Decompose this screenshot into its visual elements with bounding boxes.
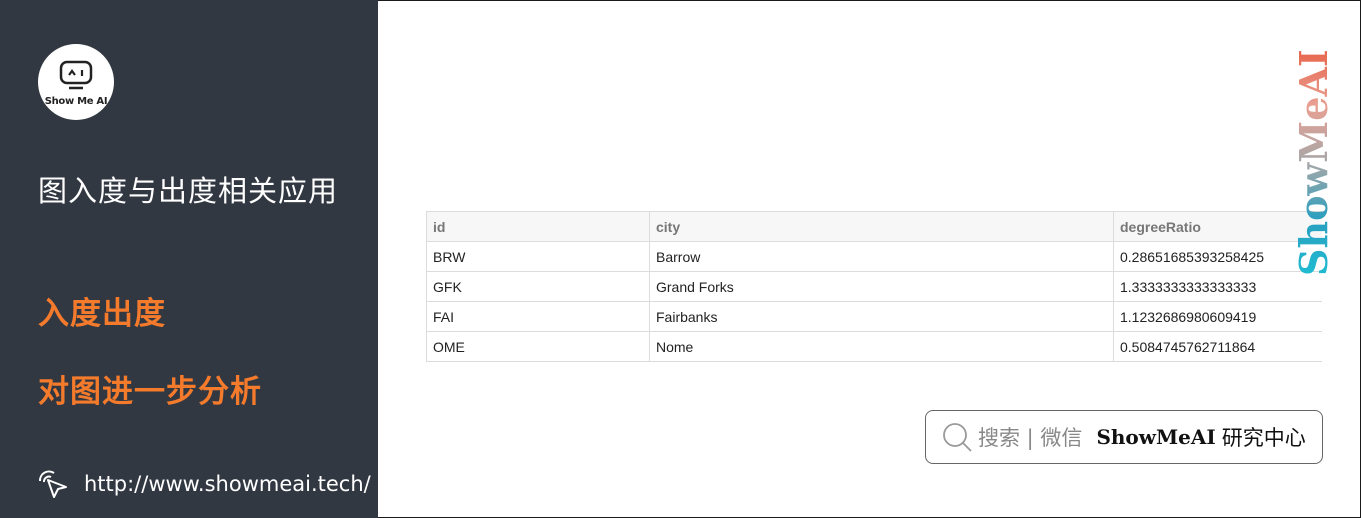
section-title: 图入度与出度相关应用	[38, 174, 339, 208]
cell-city: Nome	[649, 331, 1114, 362]
logo-text: Show Me AI	[44, 96, 108, 107]
robot-monitor-icon	[59, 60, 93, 90]
search-icon	[943, 423, 972, 452]
cell-city: Fairbanks	[649, 301, 1114, 332]
sidebar: Show Me AI 图入度与出度相关应用 入度出度 对图进一步分析 http:…	[0, 0, 378, 518]
showmeai-logo: Show Me AI	[38, 44, 114, 120]
degree-ratio-table: id city degreeRatio BRW Barrow 0.2865168…	[426, 211, 1322, 362]
cursor-click-icon	[39, 470, 67, 498]
cell-id: GFK	[426, 271, 650, 302]
topic-heading-degree: 入度出度	[38, 296, 166, 332]
cell-id: OME	[426, 331, 650, 362]
cell-degree-ratio: 1.1232686980609419	[1113, 301, 1322, 332]
website-url[interactable]: http://www.showmeai.tech/	[84, 472, 371, 496]
cell-degree-ratio: 1.3333333333333333	[1113, 271, 1322, 302]
search-label: 搜索 | 微信	[978, 426, 1083, 450]
cell-id: FAI	[426, 301, 650, 332]
column-header-city: city	[649, 211, 1114, 242]
table-row: GFK Grand Forks 1.3333333333333333	[426, 271, 1322, 302]
brand-name: ShowMeAI	[1096, 425, 1216, 449]
website-link[interactable]: http://www.showmeai.tech/	[36, 467, 371, 501]
table-row: FAI Fairbanks 1.1232686980609419	[426, 301, 1322, 332]
cell-degree-ratio: 0.5084745762711864	[1113, 331, 1322, 362]
table-row: BRW Barrow 0.28651685393258425	[426, 241, 1322, 272]
table-row: OME Nome 0.5084745762711864	[426, 331, 1322, 362]
brand-suffix: 研究中心	[1221, 426, 1306, 450]
topic-heading-analysis: 对图进一步分析	[38, 374, 262, 410]
cell-id: BRW	[426, 241, 650, 272]
table-header-row: id city degreeRatio	[426, 211, 1322, 242]
cell-city: Barrow	[649, 241, 1114, 272]
wechat-search-banner: 搜索 | 微信 ShowMeAI 研究中心	[925, 410, 1323, 464]
cell-city: Grand Forks	[649, 271, 1114, 302]
column-header-id: id	[426, 211, 650, 242]
showmeai-watermark: ShowMeAI	[1291, 49, 1336, 276]
